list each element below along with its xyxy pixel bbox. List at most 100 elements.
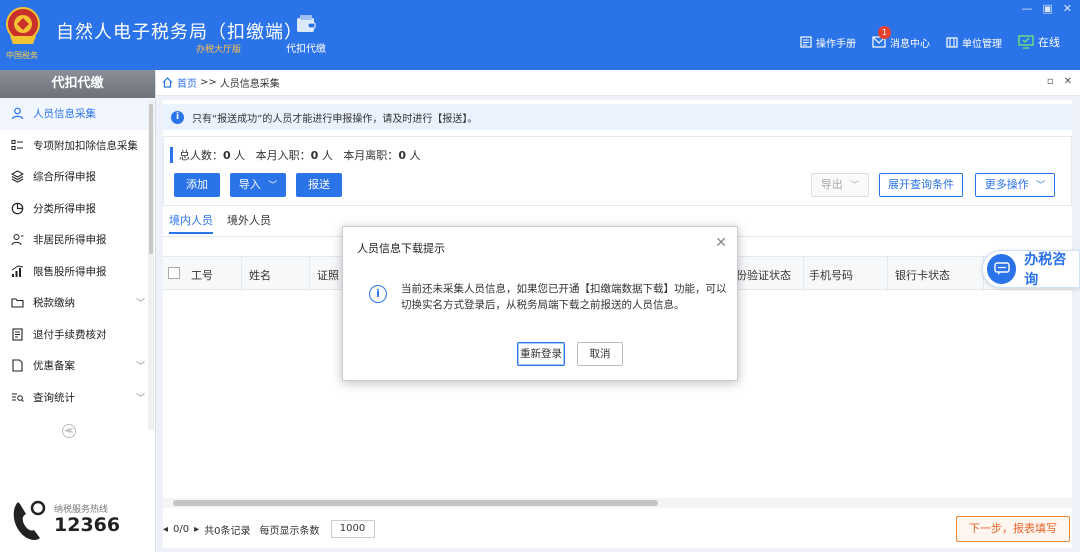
col-phone[interactable]: 手机号码 [809,267,853,283]
sidebar-item[interactable]: 人员信息采集 [0,98,155,130]
unit-label: 单位管理 [962,38,1002,50]
sidebar-scroll-thumb[interactable] [149,104,153,254]
left-label: 本月离职： [343,149,399,162]
sidebar-menu: 人员信息采集专项附加扣除信息采集 综合所得申报 分类所得申报 非居民所得申报限售股所得… [0,98,155,413]
document-icon [10,359,24,373]
column-divider [803,257,804,291]
message-center-button[interactable]: 1 消息中心 [872,25,930,50]
column-divider [241,257,242,291]
sidebar-item[interactable]: 查询统计 ﹀ [0,382,155,414]
next-page-icon[interactable]: ▸ [194,524,199,535]
stats-card: 总人数：0 人 本月入职：0 人 本月离职：0 人 添加 导入 ﹀ 报送 导出 … [163,136,1072,206]
next-step-button[interactable]: 下一步，报表填写 [956,516,1070,542]
joined-unit: 人 [321,149,333,162]
cancel-button[interactable]: 取消 [577,342,623,366]
dialog-message: 当前还未采集人员信息，如果您已开通【扣缴端数据下载】功能，可以切换实名方式登录后… [401,283,727,311]
col-id-document[interactable]: 证照 [317,267,339,283]
chevron-down-icon: ﹀ [135,362,145,373]
receipt-icon [10,327,24,341]
per-page-select[interactable]: 1000 [330,520,375,538]
wallet-icon [297,15,316,32]
message-badge: 1 [878,25,891,39]
relogin-button[interactable]: 重新登录 [517,342,565,366]
sidebar-item-label: 查询统计 [33,391,75,404]
minimize-icon[interactable]: — [1021,2,1032,15]
breadcrumb-home-link[interactable]: 首页 [177,75,197,90]
sidebar-item[interactable]: 退付手续费核对 [0,319,155,351]
import-dropdown[interactable]: 导入 ﹀ [230,173,286,197]
sidebar-item[interactable]: 税款缴纳 ﹀ [0,287,155,319]
module-label: 代扣代缴 [286,44,326,55]
manual-label: 操作手册 [816,38,856,50]
home-icon [162,77,173,88]
col-bank-card-status[interactable]: 银行卡状态 [895,267,950,283]
prev-page-icon[interactable]: ◂ [163,524,168,535]
app-header: 中国税务 自然人电子税务局（扣缴端） 办税大厅版 代扣代缴 — ▣ ✕ 操作手册… [0,0,1080,70]
info-circle-icon: i [369,285,387,303]
submit-button[interactable]: 报送 [296,173,342,197]
more-actions-dropdown[interactable]: 更多操作 ﹀ [975,173,1055,197]
sidebar-item-label: 退付手续费核对 [33,328,107,341]
sidebar-item[interactable]: 专项附加扣除信息采集 [0,130,155,162]
col-employee-id[interactable]: 工号 [191,267,213,283]
hotline-icon [13,500,46,540]
pager: ◂ 0/0 ▸ 共0条记录 每页显示条数 1000 [163,520,375,538]
folder-icon [10,296,24,310]
user-outline-icon [10,233,24,247]
sidebar-item[interactable]: 限售股所得申报 [0,256,155,288]
export-label: 导出 [820,178,843,191]
column-divider [309,257,310,291]
header-actions: 操作手册 1 消息中心 单位管理 在线 [800,25,1060,50]
download-prompt-dialog: 人员信息下载提示 ✕ i 当前还未采集人员信息，如果您已开通【扣缴端数据下载】功… [342,226,738,381]
sidebar-item-label: 限售股所得申报 [33,265,107,278]
tab-domestic[interactable]: 境内人员 [169,212,213,234]
horizontal-scroll-thumb[interactable] [173,500,658,506]
sidebar-collapse-button[interactable]: ≪ [62,424,76,438]
app-slogan: 办税大厅版 [196,45,242,55]
joined-value: 0 [310,149,319,162]
tab-controls: ▫ ✕ [1047,76,1072,87]
logo-text: 中国税务 [6,51,38,60]
list-icon [10,138,24,152]
unit-management-button[interactable]: 单位管理 [946,35,1002,50]
close-tab-icon[interactable]: ✕ [1064,76,1072,87]
monitor-check-icon [1018,35,1034,49]
chevron-down-icon: ﹀ [268,181,278,191]
sidebar-item[interactable]: 综合所得申报 [0,161,155,193]
tax-emblem-icon [6,7,40,44]
add-button[interactable]: 添加 [174,173,220,197]
search-list-icon [10,390,24,404]
sidebar-scrollbar[interactable] [148,100,154,430]
sidebar-item[interactable]: 非居民所得申报 [0,224,155,256]
export-dropdown[interactable]: 导出 ﹀ [811,173,869,197]
hotline: 纳税服务热线 12366 [10,496,150,548]
module-withholding[interactable]: 代扣代缴 [276,14,336,55]
online-label: 在线 [1038,36,1060,49]
info-icon: i [171,110,184,124]
chevron-down-icon: ﹀ [135,393,145,404]
pie-icon [10,201,24,215]
consult-label: 办税咨询 [1024,252,1067,288]
horizontal-scrollbar[interactable] [163,498,1072,508]
sidebar-item[interactable]: 分类所得申报 [0,193,155,225]
select-all-checkbox[interactable] [168,267,180,279]
layers-icon [10,170,24,184]
tab-foreign[interactable]: 境外人员 [227,212,271,234]
sidebar-item[interactable]: 优惠备案 ﹀ [0,350,155,382]
maximize-tab-icon[interactable]: ▫ [1047,76,1054,87]
close-window-icon[interactable]: ✕ [1063,2,1072,15]
page-info: 0/0 [173,523,190,535]
dialog-close-icon[interactable]: ✕ [715,235,727,251]
notice-bar: i 只有“报送成功”的人员才能进行申报操作，请及时进行【报送】。 [163,104,1072,130]
expand-query-button[interactable]: 展开查询条件 [879,173,963,197]
manual-icon [800,36,812,48]
chevron-down-icon: ﹀ [850,181,860,191]
sidebar-item-label: 人员信息采集 [33,108,96,121]
tax-consult-widget[interactable]: 办税咨询 [982,250,1080,288]
manual-button[interactable]: 操作手册 [800,35,856,50]
record-count: 共0条记录 [204,525,251,537]
col-name[interactable]: 姓名 [249,267,271,283]
joined-label: 本月入职： [255,149,311,162]
restore-icon[interactable]: ▣ [1042,2,1052,15]
online-status[interactable]: 在线 [1018,34,1060,50]
